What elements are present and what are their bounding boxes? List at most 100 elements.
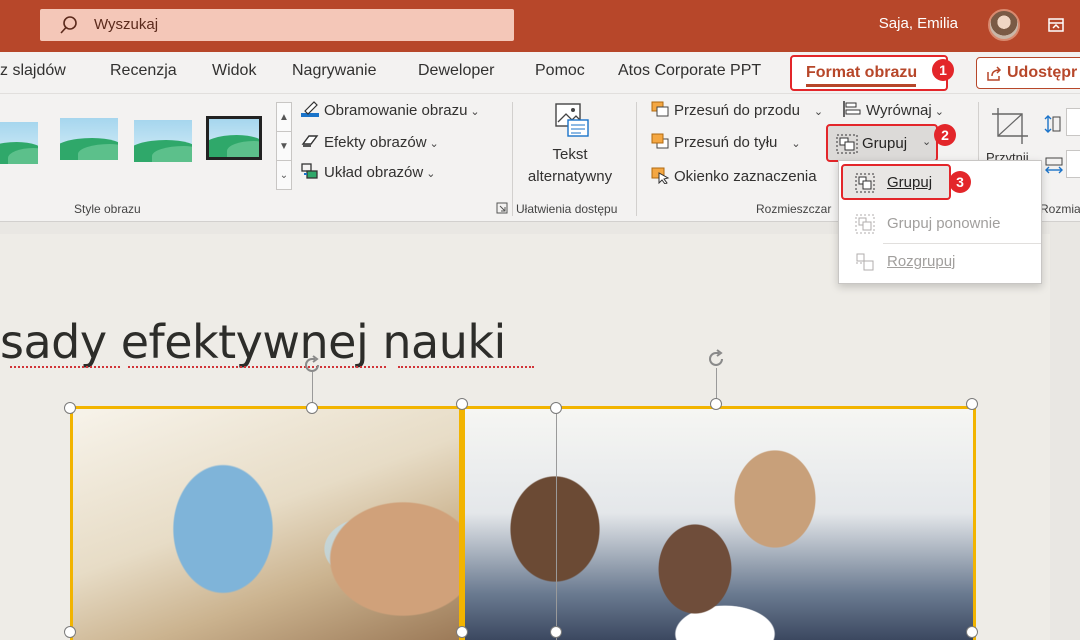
resize-handle[interactable] [306,402,318,414]
alt-text-button[interactable]: Tekst alternatywny [522,102,618,198]
regroup-icon [855,214,875,234]
alt-text-icon [555,103,589,137]
selection-pane-icon [651,167,670,184]
send-backward-icon [651,133,669,149]
align-icon [843,101,861,117]
search-icon [60,16,77,34]
send-backward-label: Przesuń do tyłu [674,134,778,151]
selection-pane-label: Okienko zaznaczenia [674,168,817,185]
spellcheck-underline [128,364,386,368]
width-icon [1045,157,1063,174]
tab-format-picture[interactable]: Format obrazu [790,55,948,91]
bring-forward-icon [651,101,669,117]
styles-gallery-scroll[interactable]: ▲ ▼ ⌄ [276,102,292,190]
group-button[interactable]: Grupuj ⌄ [826,124,938,162]
dialog-launcher-icon[interactable] [496,202,508,214]
menu-item-group-label: Grupuj [887,174,933,191]
group-objects-icon [836,134,858,154]
alt-text-label-2: alternatywny [527,168,613,185]
search-box[interactable]: Wyszukaj [40,9,514,41]
share-label: Udostępr [1007,64,1078,81]
picture-border-label: Obramowanie obrazu [324,102,468,119]
search-placeholder: Wyszukaj [94,16,159,33]
picture-effects-label: Efekty obrazów [324,134,427,151]
step-badge-2: 2 [934,124,956,146]
effects-icon [301,135,319,147]
gallery-up-icon[interactable]: ▲ [277,103,291,132]
resize-handle[interactable] [550,402,562,414]
rotate-handle-icon[interactable] [705,348,727,370]
step-badge-1: 1 [932,59,954,81]
tab-recording[interactable]: Nagrywanie [292,62,376,80]
rotate-handle-icon[interactable] [301,354,323,376]
tab-help[interactable]: Pomoc [535,62,585,80]
width-input[interactable] [1066,150,1080,178]
bring-forward-button[interactable]: Przesuń do przodu ⌄ [650,100,823,119]
resize-handle[interactable] [64,402,76,414]
avatar[interactable] [988,9,1020,41]
height-input[interactable] [1066,108,1080,136]
menu-item-ungroup[interactable]: Rozgrupuj [839,243,1041,281]
picture-effects-button[interactable]: Efekty obrazów ⌄ [300,132,439,151]
share-button[interactable]: Udostępr [976,57,1080,89]
tab-slideshow[interactable]: z slajdów [0,62,66,80]
menu-item-regroup[interactable]: Grupuj ponownie [839,205,1041,243]
gallery-more-icon[interactable]: ⌄ [277,161,291,190]
resize-handle[interactable] [966,626,978,638]
share-icon [987,66,1002,81]
ribbon-separator [512,102,513,216]
menu-item-group[interactable]: Grupuj [839,164,1041,202]
ribbon-tabs: z slajdów Recenzja Widok Nagrywanie Dewe… [0,52,1080,94]
pen-border-icon [301,101,319,117]
tab-atos-corporate[interactable]: Atos Corporate PPT [618,62,761,80]
spellcheck-underline [398,364,534,368]
slide-picture-1[interactable] [70,406,462,640]
picture-layout-label: Układ obrazów [324,164,424,181]
layout-icon [301,163,318,179]
active-tab-indicator [806,84,916,87]
slide-title[interactable]: sady efektywnej nauki [0,315,506,369]
resize-handle[interactable] [456,626,468,638]
user-name[interactable]: Saja, Emilia [879,15,958,32]
alignment-guide [556,408,557,640]
tab-format-label: Format obrazu [806,64,918,81]
tab-developer[interactable]: Deweloper [418,62,494,80]
ribbon-display-options-icon[interactable] [1046,15,1066,35]
slide-picture-2[interactable] [462,406,976,640]
tab-view[interactable]: Widok [212,62,256,80]
ungroup-icon [856,253,874,271]
bring-forward-label: Przesuń do przodu [674,102,800,119]
picture-border-button[interactable]: Obramowanie obrazu ⌄ [300,100,480,119]
chevron-down-icon: ⌄ [922,136,932,148]
resize-handle[interactable] [710,398,722,410]
selection-pane-button[interactable]: Okienko zaznaczenia [650,166,817,185]
resize-handle[interactable] [64,626,76,638]
alt-text-label-1: Tekst [552,146,588,163]
picture-layout-button[interactable]: Układ obrazów ⌄ [300,162,435,181]
align-label: Wyrównaj [866,102,932,119]
group-label-accessibility: Ułatwienia dostępu [516,202,618,216]
crop-icon[interactable] [990,106,1032,146]
resize-handle[interactable] [966,398,978,410]
tab-review[interactable]: Recenzja [110,62,177,80]
picture-style-1[interactable] [0,122,38,164]
resize-handle[interactable] [550,626,562,638]
picture-style-3[interactable] [134,120,192,162]
align-button[interactable]: Wyrównaj ⌄ [842,100,944,119]
picture-style-2[interactable] [60,118,118,160]
ribbon-separator [636,102,637,216]
menu-item-regroup-label: Grupuj ponownie [887,215,1001,232]
group-button-label: Grupuj [862,135,908,152]
group-objects-icon [855,173,875,193]
gallery-down-icon[interactable]: ▼ [277,132,291,161]
resize-handle[interactable] [456,398,468,410]
step-badge-3: 3 [949,171,971,193]
group-label-size: Rozmia [1040,202,1080,216]
height-icon [1044,115,1061,133]
group-label-arrange: Rozmieszczar [756,202,832,216]
send-backward-button[interactable]: Przesuń do tyłu ⌄ [650,132,801,151]
group-dropdown-menu: Grupuj 3 Grupuj ponownie Rozgrupuj [838,160,1042,284]
group-label-picture-styles: Style obrazu [74,202,141,216]
spellcheck-underline [10,364,120,368]
picture-style-4[interactable] [206,116,262,160]
